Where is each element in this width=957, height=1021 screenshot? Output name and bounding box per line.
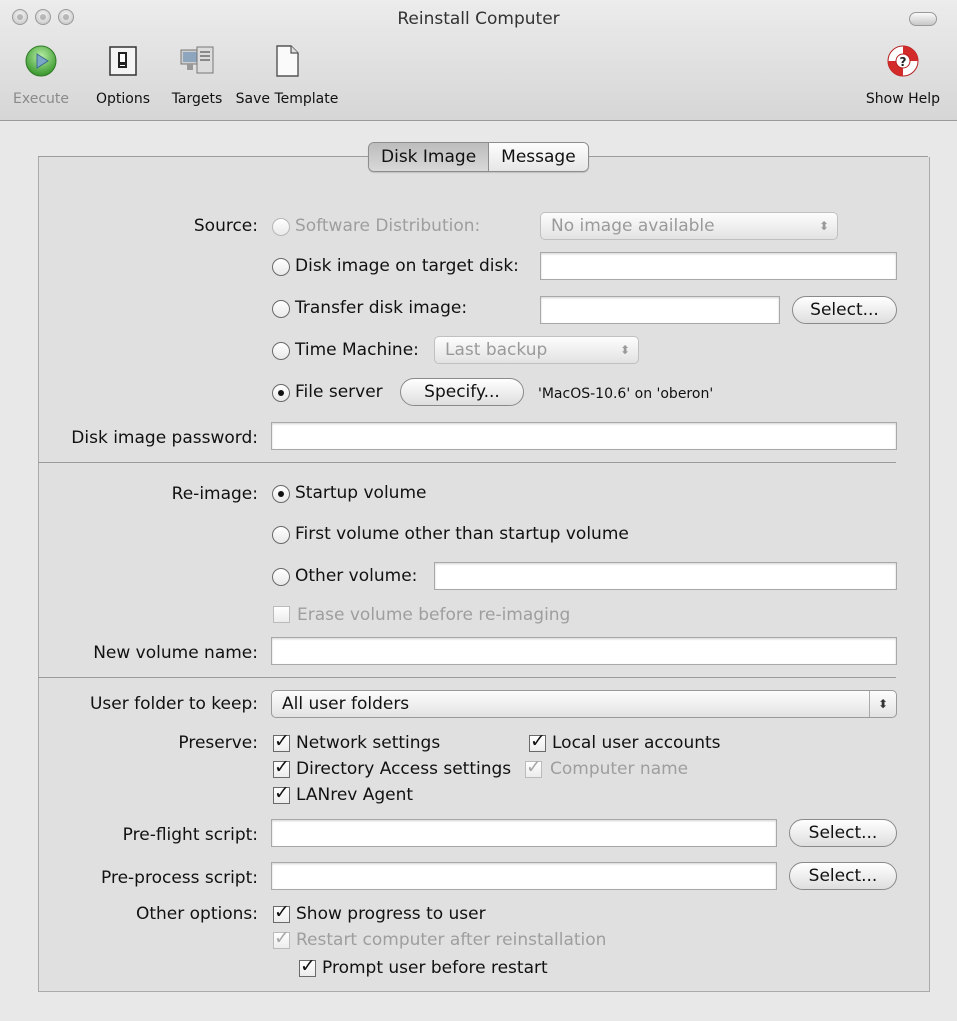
prompt-before-restart-checkbox[interactable]: ✓ [299, 955, 316, 977]
network-settings-label: Network settings [296, 733, 441, 753]
execute-label: Execute [13, 91, 69, 107]
other-volume-label: Other volume: [295, 566, 418, 586]
user-folder-popup[interactable]: All user folders ⬍ [271, 690, 897, 718]
erase-volume-checkbox[interactable] [273, 606, 290, 623]
transfer-disk-image-label: Transfer disk image: [295, 298, 468, 318]
source-label: Source: [193, 216, 258, 236]
title-bar: Reinstall Computer Execute Options Targe… [0, 0, 957, 121]
prompt-before-restart-label: Prompt user before restart [322, 958, 548, 978]
other-options-label: Other options: [135, 904, 258, 924]
disk-image-on-target-field[interactable] [540, 252, 897, 280]
other-volume-field[interactable] [434, 562, 897, 590]
new-volume-name-field[interactable] [271, 637, 897, 665]
user-folder-value: All user folders [282, 694, 410, 714]
popup-arrows-icon: ⬍ [818, 219, 830, 233]
local-user-accounts-label: Local user accounts [552, 733, 721, 753]
options-label: Options [95, 91, 151, 107]
local-user-accounts-checkbox[interactable]: ✓ [529, 730, 546, 752]
separator [38, 677, 896, 678]
document-icon [276, 45, 299, 77]
first-volume-radio[interactable] [272, 526, 290, 544]
software-distribution-radio[interactable] [272, 218, 290, 236]
software-distribution-label: Software Distribution: [295, 216, 481, 236]
lanrev-agent-checkbox[interactable]: ✓ [273, 782, 290, 804]
preflight-script-label: Pre-flight script: [122, 825, 258, 845]
options-icon [109, 46, 137, 76]
preprocess-script-label: Pre-process script: [101, 868, 258, 888]
show-help-button[interactable]: ? Show Help [866, 44, 940, 107]
show-progress-checkbox[interactable]: ✓ [273, 901, 290, 923]
reinstall-computer-window: Reinstall Computer Execute Options Targe… [0, 0, 957, 1021]
computers-icon [180, 46, 214, 74]
window-title: Reinstall Computer [397, 9, 560, 29]
popup-arrows-icon: ⬍ [869, 691, 896, 717]
file-server-label: File server [295, 382, 383, 402]
time-machine-label: Time Machine: [295, 340, 419, 360]
separator [38, 462, 896, 463]
transfer-select-button[interactable]: Select... [792, 296, 897, 324]
time-machine-value: Last backup [445, 340, 548, 360]
preflight-script-field[interactable] [271, 819, 777, 847]
svg-text:?: ? [900, 55, 907, 69]
popup-arrows-icon: ⬍ [619, 343, 631, 357]
preserve-label: Preserve: [178, 733, 258, 753]
software-distribution-popup[interactable]: No image available ⬍ [540, 212, 838, 240]
targets-label: Targets [171, 91, 223, 107]
preprocess-select-button[interactable]: Select... [789, 862, 897, 890]
startup-volume-radio[interactable] [272, 485, 290, 503]
transfer-disk-image-field[interactable] [540, 296, 780, 324]
save-template-label: Save Template [235, 91, 339, 107]
time-machine-popup[interactable]: Last backup ⬍ [434, 336, 639, 364]
disk-image-password-field[interactable] [271, 422, 897, 450]
restart-after-checkbox[interactable]: ✓ [273, 927, 290, 949]
tab-message[interactable]: Message [488, 143, 588, 171]
tab-control: Disk Image Message [368, 142, 589, 172]
preflight-select-button[interactable]: Select... [789, 819, 897, 847]
erase-volume-label: Erase volume before re-imaging [297, 605, 571, 625]
toolbar-toggle-button[interactable] [909, 12, 937, 26]
time-machine-radio[interactable] [272, 342, 290, 360]
directory-access-checkbox[interactable]: ✓ [273, 756, 290, 778]
startup-volume-label: Startup volume [295, 483, 427, 503]
specify-button[interactable]: Specify... [400, 378, 524, 406]
show-help-label: Show Help [865, 91, 941, 107]
targets-button[interactable]: Targets [172, 44, 222, 107]
first-volume-label: First volume other than startup volume [295, 524, 629, 544]
new-volume-name-label: New volume name: [93, 643, 258, 663]
disk-image-on-target-radio[interactable] [272, 258, 290, 276]
lanrev-agent-label: LANrev Agent [296, 785, 414, 805]
computer-name-label: Computer name [550, 759, 689, 779]
transfer-disk-image-radio[interactable] [272, 300, 290, 318]
options-button[interactable]: Options [96, 44, 150, 107]
help-lifebuoy-icon: ? [887, 45, 919, 77]
tab-disk-image[interactable]: Disk Image [369, 143, 489, 171]
other-volume-radio[interactable] [272, 568, 290, 586]
network-settings-checkbox[interactable]: ✓ [273, 730, 290, 752]
preprocess-script-field[interactable] [271, 862, 777, 890]
show-progress-label: Show progress to user [296, 904, 486, 924]
execute-button[interactable]: Execute [13, 44, 69, 107]
computer-name-checkbox[interactable]: ✓ [525, 756, 542, 778]
file-server-radio[interactable] [272, 384, 290, 402]
software-distribution-value: No image available [551, 216, 715, 236]
disk-image-password-label: Disk image password: [71, 428, 258, 448]
reimage-label: Re-image: [171, 484, 258, 504]
play-icon [25, 45, 57, 77]
file-server-info: 'MacOS-10.6' on 'oberon' [538, 386, 714, 402]
directory-access-label: Directory Access settings [296, 759, 512, 779]
restart-after-label: Restart computer after reinstallation [296, 930, 607, 950]
save-template-button[interactable]: Save Template [236, 44, 338, 107]
user-folder-label: User folder to keep: [89, 694, 258, 714]
disk-image-on-target-label: Disk image on target disk: [295, 256, 519, 276]
